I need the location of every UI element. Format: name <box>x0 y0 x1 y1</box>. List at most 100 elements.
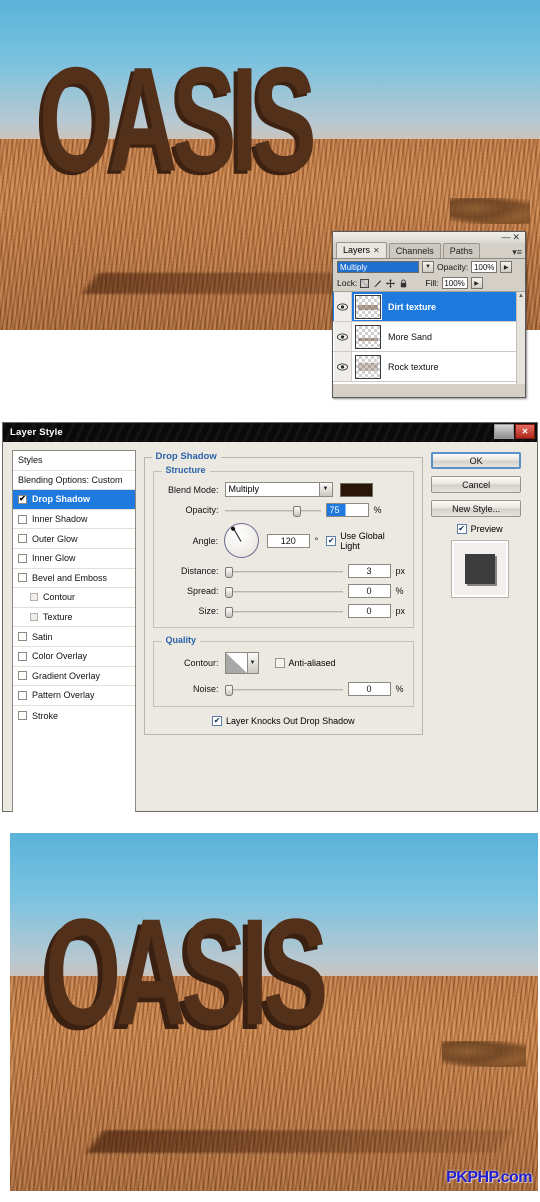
distance-input[interactable]: 3 <box>348 564 391 578</box>
tab-close-icon[interactable]: ✕ <box>373 246 380 255</box>
texture-checkbox[interactable] <box>30 613 38 621</box>
outer-glow-checkbox[interactable] <box>18 534 27 543</box>
minimize-icon[interactable]: — <box>501 232 512 242</box>
eye-icon[interactable] <box>337 303 348 311</box>
layer-knocks-out-checkbox[interactable]: ✔ <box>212 716 222 726</box>
opacity-value[interactable]: 100% <box>471 261 497 273</box>
dialog-buttons-column[interactable]: OK Cancel New Style... ✔ Preview <box>431 450 528 846</box>
layer-row-dirt-texture[interactable]: Dirt texture <box>333 292 525 322</box>
anti-aliased-row[interactable]: ✔ Anti-aliased <box>275 658 336 668</box>
tab-channels[interactable]: Channels <box>389 243 441 258</box>
use-global-light-checkbox[interactable]: ✔ <box>326 536 336 546</box>
preview-checkbox[interactable]: ✔ <box>457 524 467 534</box>
opacity-slider[interactable] <box>225 504 321 517</box>
noise-input[interactable]: 0 <box>348 682 391 696</box>
style-item-gradient-overlay[interactable]: Gradient Overlay <box>13 667 135 687</box>
fill-value[interactable]: 100% <box>442 277 468 289</box>
drop-shadow-checkbox[interactable]: ✔ <box>18 495 27 504</box>
style-item-texture[interactable]: Texture <box>13 608 135 628</box>
layer-visibility-toggle-2[interactable] <box>334 322 352 351</box>
layer-thumbnail-2[interactable] <box>355 325 381 349</box>
contour-checkbox[interactable] <box>30 593 38 601</box>
tab-layers[interactable]: Layers✕ <box>336 242 387 258</box>
pattern-overlay-checkbox[interactable] <box>18 691 27 700</box>
layer-row-rock-texture[interactable]: Rock texture <box>333 352 525 382</box>
blend-mode-select[interactable]: Multiply <box>337 261 419 273</box>
layers-panel[interactable]: —✕ Layers✕ Channels Paths ▾≡ Multiply ▼ … <box>332 231 526 398</box>
layer-style-dialog[interactable]: Layer Style ✕ Styles Blending Options: C… <box>2 422 538 812</box>
blend-mode-row[interactable]: Multiply ▼ Opacity: 100% ▶ <box>333 259 525 275</box>
chevron-down-icon[interactable]: ▼ <box>319 483 332 496</box>
lock-transparency-icon[interactable] <box>360 279 369 288</box>
style-item-inner-shadow[interactable]: Inner Shadow <box>13 510 135 530</box>
use-global-light-row[interactable]: ✔ Use Global Light <box>326 531 406 551</box>
styles-header[interactable]: Styles <box>13 451 135 471</box>
blending-options-item[interactable]: Blending Options: Custom <box>13 471 135 491</box>
angle-dial[interactable] <box>224 523 259 558</box>
blend-mode-chevron-down-icon[interactable]: ▼ <box>422 261 434 273</box>
anti-aliased-checkbox[interactable]: ✔ <box>275 658 285 668</box>
close-icon[interactable]: ✕ <box>515 424 535 439</box>
preview-row[interactable]: ✔ Preview <box>431 524 528 534</box>
new-style-button[interactable]: New Style... <box>431 500 521 517</box>
layer-visibility-toggle-3[interactable] <box>334 352 352 381</box>
dialog-window-buttons[interactable]: ✕ <box>494 424 535 439</box>
opacity-input[interactable]: 75 <box>326 503 369 517</box>
lock-all-padlock-icon[interactable] <box>399 279 408 288</box>
style-item-pattern-overlay[interactable]: Pattern Overlay <box>13 686 135 706</box>
fill-stepper-icon[interactable]: ▶ <box>471 277 483 289</box>
contour-preset-picker[interactable]: ▼ <box>225 652 259 674</box>
style-item-outer-glow[interactable]: Outer Glow <box>13 529 135 549</box>
styles-column[interactable]: Styles Blending Options: Custom ✔ Drop S… <box>12 450 136 846</box>
eye-icon[interactable] <box>337 363 348 371</box>
spread-slider-knob[interactable] <box>225 587 233 598</box>
inner-shadow-checkbox[interactable] <box>18 515 27 524</box>
layers-list-scrollbar[interactable]: ▲ <box>516 292 525 384</box>
lock-row[interactable]: Lock: Fill: 100% ▶ <box>333 275 525 291</box>
chevron-down-icon[interactable]: ▼ <box>247 653 258 673</box>
blend-mode-select[interactable]: Multiply ▼ <box>225 482 333 497</box>
size-slider[interactable] <box>225 605 343 618</box>
noise-slider[interactable] <box>225 683 343 696</box>
layer-knocks-out-row[interactable]: ✔ Layer Knocks Out Drop Shadow <box>153 716 415 726</box>
style-item-satin[interactable]: Satin <box>13 627 135 647</box>
style-item-drop-shadow[interactable]: ✔ Drop Shadow <box>13 490 135 510</box>
noise-slider-knob[interactable] <box>225 685 233 696</box>
panel-menu-icon[interactable]: ▾≡ <box>512 248 522 257</box>
ok-button[interactable]: OK <box>431 452 521 469</box>
layer-knocks-out-checkwrap[interactable]: ✔ Layer Knocks Out Drop Shadow <box>212 716 355 726</box>
opacity-stepper-icon[interactable]: ▶ <box>500 261 512 273</box>
styles-list[interactable]: Styles Blending Options: Custom ✔ Drop S… <box>12 450 136 846</box>
style-item-bevel-and-emboss[interactable]: Bevel and Emboss <box>13 569 135 589</box>
bevel-and-emboss-checkbox[interactable] <box>18 573 27 582</box>
gradient-overlay-checkbox[interactable] <box>18 671 27 680</box>
angle-input[interactable]: 120 <box>267 534 310 548</box>
style-item-inner-glow[interactable]: Inner Glow <box>13 549 135 569</box>
satin-checkbox[interactable] <box>18 632 27 641</box>
lock-icon-group[interactable] <box>360 279 408 288</box>
tab-paths[interactable]: Paths <box>443 243 480 258</box>
lock-position-move-icon[interactable] <box>386 279 395 288</box>
cancel-button[interactable]: Cancel <box>431 476 521 493</box>
layer-visibility-toggle-1[interactable] <box>334 292 352 321</box>
minimize-icon[interactable] <box>494 424 514 439</box>
layer-thumbnail-3[interactable] <box>355 355 381 379</box>
size-input[interactable]: 0 <box>348 604 391 618</box>
style-item-color-overlay[interactable]: Color Overlay <box>13 647 135 667</box>
layer-thumbnail-1[interactable] <box>355 295 381 319</box>
scroll-up-icon[interactable]: ▲ <box>517 292 525 300</box>
inner-glow-checkbox[interactable] <box>18 554 27 563</box>
spread-slider[interactable] <box>225 585 343 598</box>
eye-icon[interactable] <box>337 333 348 341</box>
style-item-stroke[interactable]: Stroke <box>13 706 135 726</box>
layers-panel-window-buttons[interactable]: —✕ <box>501 232 522 242</box>
size-slider-knob[interactable] <box>225 607 233 618</box>
style-item-contour[interactable]: Contour <box>13 588 135 608</box>
stroke-checkbox[interactable] <box>18 711 27 720</box>
spread-input[interactable]: 0 <box>348 584 391 598</box>
shadow-color-swatch[interactable] <box>340 483 373 497</box>
distance-slider[interactable] <box>225 565 343 578</box>
layer-row-more-sand[interactable]: More Sand <box>333 322 525 352</box>
color-overlay-checkbox[interactable] <box>18 652 27 661</box>
layers-list[interactable]: Dirt texture More Sand Rock texture <box>333 291 525 384</box>
